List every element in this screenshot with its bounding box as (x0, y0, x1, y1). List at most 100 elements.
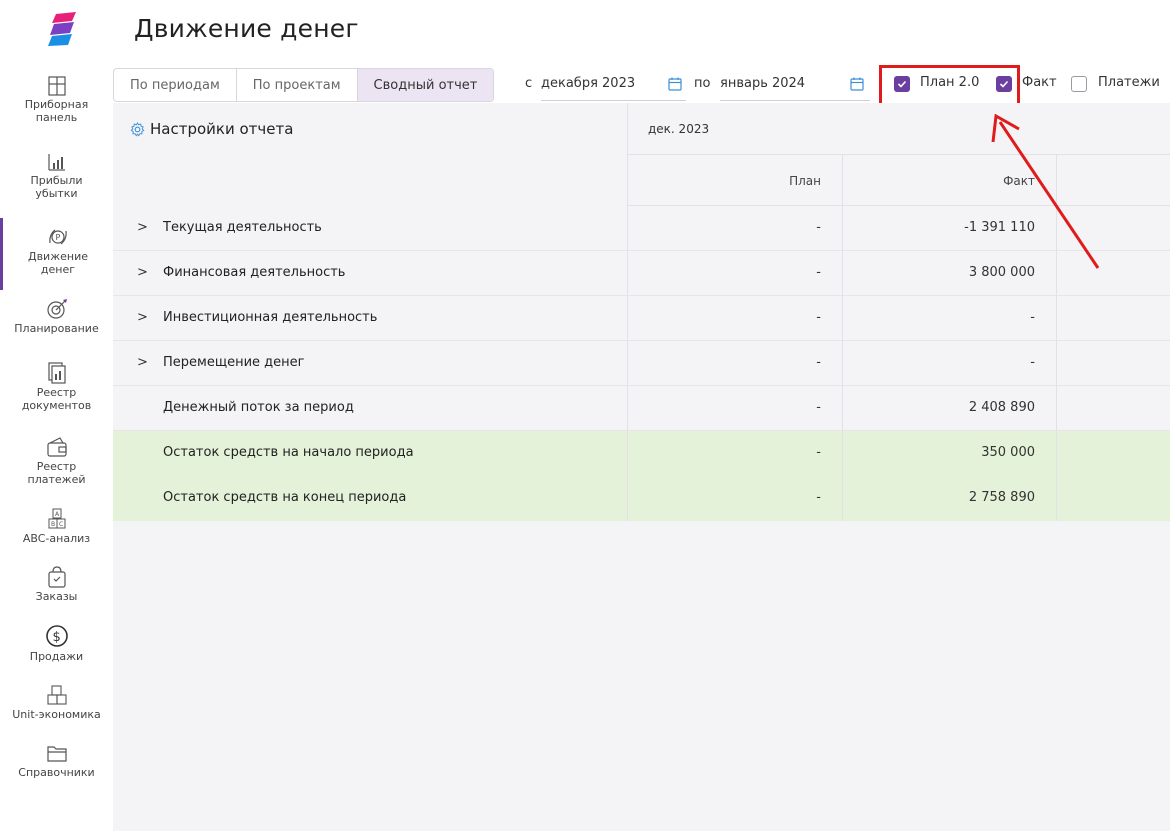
calendar-icon[interactable] (850, 77, 864, 91)
row-empty-cell (1056, 476, 1170, 521)
sidebar-item-documents[interactable]: Реестр документов (0, 362, 113, 412)
documents-icon (47, 362, 66, 384)
date-to-input[interactable]: январь 2024 (720, 76, 805, 91)
sidebar-item-label: Прибыли убытки (30, 174, 83, 200)
report-settings-label: Настройки отчета (150, 120, 294, 138)
dollar-icon: $ (45, 625, 68, 647)
wallet-icon (46, 437, 67, 457)
row-label: Остаток средств на начало периода (163, 445, 414, 460)
svg-text:B: B (51, 521, 55, 528)
tab-by-periods[interactable]: По периодам (114, 69, 237, 101)
sidebar-item-label: Продажи (29, 650, 84, 663)
bag-icon (47, 566, 66, 588)
row-label: Текущая деятельность (163, 220, 322, 235)
report-settings-button[interactable]: Настройки отчета (130, 120, 293, 138)
page-title: Движение денег (134, 14, 359, 43)
sidebar-item-label: Движение денег (27, 250, 88, 276)
bar-chart-icon (47, 154, 65, 171)
sidebar-item-sales[interactable]: $ Продажи (0, 624, 113, 663)
sidebar-item-label: Заказы (35, 590, 78, 603)
column-header-empty (1056, 155, 1170, 206)
sidebar-item-references[interactable]: Справочники (0, 744, 113, 779)
row-fact-value: 3 800 000 (842, 251, 1056, 296)
money-flow-icon: P (49, 229, 67, 245)
row-empty-cell (1056, 251, 1170, 296)
sidebar-item-abc-analysis[interactable]: A B C ABC-анализ (0, 508, 113, 545)
column-header-fact: Факт (842, 155, 1056, 206)
row-plan-value: - (627, 251, 842, 296)
abc-icon: A B C (48, 508, 65, 529)
table-row[interactable]: > Перемещение денег - - (113, 341, 1170, 386)
row-fact-value: 2 408 890 (842, 386, 1056, 431)
svg-text:$: $ (52, 630, 60, 645)
chevron-right-icon[interactable]: > (137, 355, 148, 370)
sidebar-item-profit-loss[interactable]: Прибыли убытки (0, 152, 113, 200)
svg-text:P: P (56, 233, 61, 242)
date-from-underline (541, 100, 686, 101)
row-label: Денежный поток за период (163, 400, 354, 415)
table-row[interactable]: > Финансовая деятельность - 3 800 000 (113, 251, 1170, 296)
row-empty-cell (1056, 341, 1170, 386)
app-window: Приборная панель Прибыли убытки P Движен… (0, 0, 1170, 831)
row-label: Остаток средств на конец периода (163, 490, 407, 505)
dashboard-icon (47, 76, 66, 96)
table-row[interactable]: > Инвестиционная деятельность - - (113, 296, 1170, 341)
row-empty-cell (1056, 386, 1170, 431)
sidebar-item-dashboard[interactable]: Приборная панель (0, 76, 113, 124)
row-fact-value: 2 758 890 (842, 476, 1056, 521)
row-fact-value: - (842, 341, 1056, 386)
folder-icon (46, 746, 67, 762)
calendar-icon[interactable] (668, 77, 682, 91)
sidebar: Приборная панель Прибыли убытки P Движен… (0, 0, 113, 831)
chevron-right-icon[interactable]: > (137, 220, 148, 235)
sidebar-item-label: Реестр платежей (27, 460, 86, 486)
row-fact-value: 350 000 (842, 431, 1056, 476)
sidebar-item-payments[interactable]: Реестр платежей (0, 436, 113, 486)
row-empty-cell (1056, 431, 1170, 476)
sidebar-item-label: Реестр документов (21, 386, 92, 412)
date-to-label: по (694, 76, 711, 91)
chevron-right-icon[interactable]: > (137, 310, 148, 325)
logo-icon (48, 12, 76, 46)
target-icon (46, 299, 67, 319)
date-from-label: с (525, 76, 533, 91)
payments-checkbox-label[interactable]: Платежи (1098, 75, 1160, 90)
tab-summary-report[interactable]: Сводный отчет (357, 69, 494, 101)
row-fact-value: -1 391 110 (842, 206, 1056, 251)
tab-by-projects[interactable]: По проектам (236, 69, 358, 101)
table-row-highlighted: Остаток средств на конец периода - 2 758… (113, 476, 1170, 521)
row-plan-value: - (627, 206, 842, 251)
row-label: Перемещение денег (163, 355, 305, 370)
sidebar-item-planning[interactable]: Планирование (0, 298, 113, 335)
row-fact-value: - (842, 296, 1056, 341)
payments-checkbox[interactable] (1071, 76, 1087, 92)
sidebar-item-label: Приборная панель (24, 98, 89, 124)
date-from-input[interactable]: декабря 2023 (541, 76, 635, 91)
row-plan-value: - (627, 386, 842, 431)
sidebar-item-unit-economics[interactable]: Unit-экономика (0, 684, 113, 721)
date-to-underline (720, 100, 870, 101)
sidebar-item-orders[interactable]: Заказы (0, 566, 113, 603)
row-label: Финансовая деятельность (163, 265, 346, 280)
row-plan-value: - (627, 296, 842, 341)
row-plan-value: - (627, 431, 842, 476)
sidebar-item-label: Планирование (14, 322, 99, 335)
fact-checkbox-label[interactable]: Факт (1022, 75, 1057, 90)
row-plan-value: - (627, 476, 842, 521)
boxes-icon (46, 685, 67, 705)
row-empty-cell (1056, 296, 1170, 341)
table-row[interactable]: > Текущая деятельность - -1 391 110 (113, 206, 1170, 251)
sidebar-item-label: Справочники (18, 766, 95, 779)
sidebar-item-cash-flow[interactable]: P Движение денег (0, 218, 113, 290)
svg-text:C: C (59, 521, 63, 528)
row-empty-cell (1056, 206, 1170, 251)
table-row: Денежный поток за период - 2 408 890 (113, 386, 1170, 431)
report-tabs: По периодам По проектам Сводный отчет (113, 68, 495, 102)
table-row-highlighted: Остаток средств на начало периода - 350 … (113, 431, 1170, 476)
sidebar-item-label: ABC-анализ (22, 532, 91, 545)
svg-text:A: A (55, 511, 60, 518)
month-header: дек. 2023 (648, 122, 710, 136)
row-plan-value: - (627, 341, 842, 386)
column-header-plan: План (627, 155, 842, 206)
chevron-right-icon[interactable]: > (137, 265, 148, 280)
